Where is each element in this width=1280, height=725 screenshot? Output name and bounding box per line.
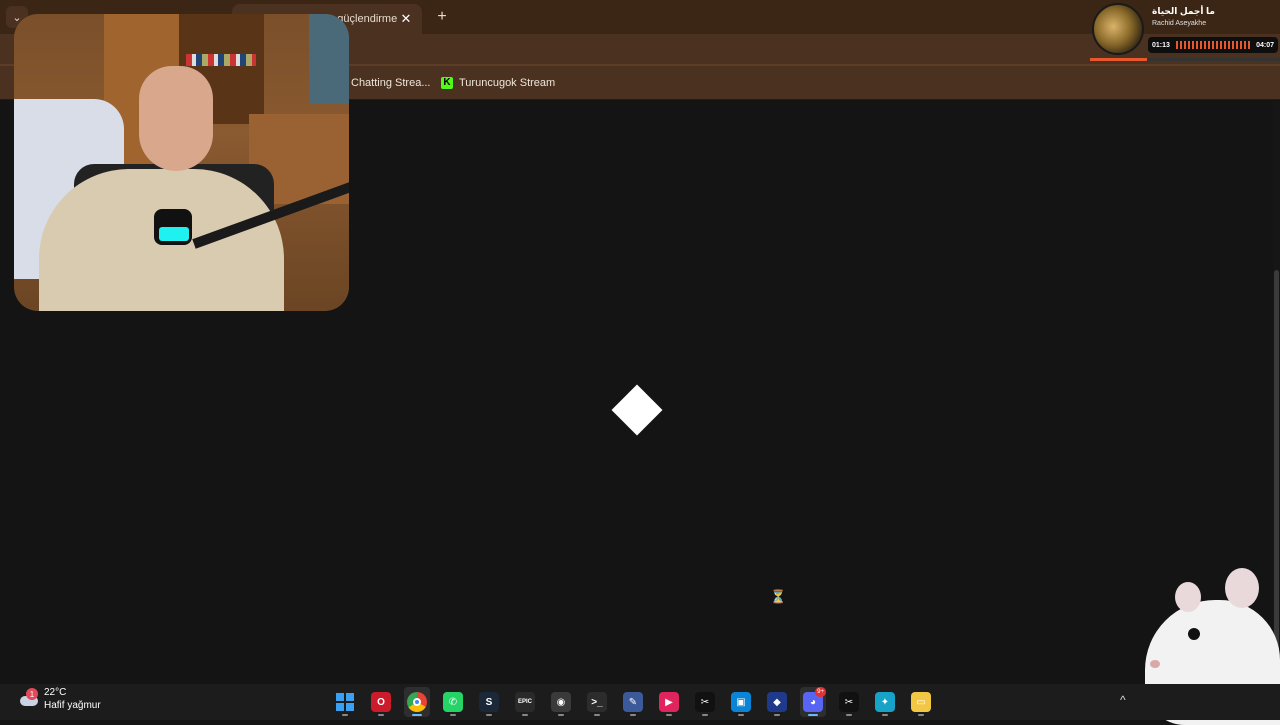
track-duration: 04:07 (1256, 41, 1274, 49)
track-artist: Rachid Aseyakhe (1152, 20, 1207, 27)
track-progress-track (1090, 58, 1280, 61)
running-indicator (702, 714, 708, 716)
obs-icon: ◉ (551, 692, 571, 712)
running-indicator (450, 714, 456, 716)
kick-icon: K (441, 77, 453, 89)
media-player-icon: ▶ (659, 692, 679, 712)
elapsed-time: 01:13 (1152, 41, 1170, 49)
taskbar-apps: O ✆ S EPIC ◉ >_ ✎ ▶ ✂ ▣ ◆ ◕ 9+ ✂ ✦ ▭ (332, 684, 934, 720)
hamster-ear (1175, 582, 1201, 612)
capcut-taskbar-button[interactable]: ✂ (692, 687, 718, 717)
playback-bar: 01:13 04:07 (1148, 37, 1278, 53)
running-indicator (738, 714, 744, 716)
hamster-nose (1150, 660, 1160, 668)
running-indicator (522, 714, 528, 716)
capcut-2-taskbar-button[interactable]: ✂ (836, 687, 862, 717)
bookmark-turuncugok-stream[interactable]: K Turuncugok Stream (441, 74, 555, 92)
album-art (1092, 3, 1144, 55)
track-progress-fill (1090, 58, 1147, 61)
capcut-2-icon: ✂ (839, 692, 859, 712)
opera-icon: O (371, 692, 391, 712)
webcam-books (186, 54, 256, 66)
hamster-eye (1188, 628, 1200, 640)
running-indicator (378, 714, 384, 716)
media-player-taskbar-button[interactable]: ▶ (656, 687, 682, 717)
whatsapp-taskbar-button[interactable]: ✆ (440, 687, 466, 717)
opera-taskbar-button[interactable]: O (368, 687, 394, 717)
running-indicator (846, 714, 852, 716)
image-editor-taskbar-button[interactable]: ✎ (620, 687, 646, 717)
weather-temperature: 22°C (44, 687, 67, 698)
chrome-icon (407, 692, 427, 712)
steam-taskbar-button[interactable]: S (476, 687, 502, 717)
microphone-light (159, 227, 189, 241)
tray-overflow-chevron-icon[interactable]: ^ (1120, 693, 1126, 707)
image-editor-icon: ✎ (623, 692, 643, 712)
running-indicator (882, 714, 888, 716)
track-title: ما أجمل الحياة (1152, 6, 1215, 16)
kodi-taskbar-button[interactable]: ✦ (872, 687, 898, 717)
waveform-icon (1175, 41, 1251, 49)
hamster-ear (1225, 568, 1259, 608)
whatsapp-icon: ✆ (443, 692, 463, 712)
bookmark-chatting-stream[interactable]: Chatting Strea... (351, 74, 431, 92)
running-indicator (486, 714, 492, 716)
webcam-window (309, 14, 349, 104)
terminal-icon: >_ (587, 692, 607, 712)
epic-games-icon: EPIC (515, 692, 535, 712)
running-indicator (774, 714, 780, 716)
running-indicator (666, 714, 672, 716)
store-taskbar-button[interactable]: ▣ (728, 687, 754, 717)
weather-condition: Hafif yağmur (44, 700, 101, 711)
kodi-icon: ✦ (875, 692, 895, 712)
obs-taskbar-button[interactable]: ◉ (548, 687, 574, 717)
running-indicator (342, 714, 348, 716)
terminal-taskbar-button[interactable]: >_ (584, 687, 610, 717)
running-indicator (630, 714, 636, 716)
start-button-taskbar-button[interactable] (332, 687, 358, 717)
file-explorer-icon: ▭ (911, 692, 931, 712)
webcam-overlay (14, 14, 349, 311)
weather-text: 22°C Hafif yağmur (44, 686, 101, 712)
game-launcher-icon: ◆ (767, 692, 787, 712)
discord-taskbar-button[interactable]: ◕ 9+ (800, 687, 826, 717)
running-indicator (808, 714, 818, 716)
epic-games-taskbar-button[interactable]: EPIC (512, 687, 538, 717)
weather-widget[interactable]: 1 22°C Hafif yağmur (20, 686, 101, 712)
weather-badge: 1 (26, 688, 38, 700)
running-indicator (594, 714, 600, 716)
steam-icon: S (479, 692, 499, 712)
rain-cloud-icon: 1 (20, 688, 38, 708)
game-launcher-taskbar-button[interactable]: ◆ (764, 687, 790, 717)
chrome-taskbar-button[interactable] (404, 687, 430, 717)
running-indicator (918, 714, 924, 716)
new-tab-button[interactable]: + (432, 7, 452, 27)
file-explorer-taskbar-button[interactable]: ▭ (908, 687, 934, 717)
webcam-person-head (139, 66, 213, 171)
running-indicator (412, 714, 422, 716)
running-indicator (558, 714, 564, 716)
close-icon[interactable]: ✕ (398, 11, 414, 27)
busy-cursor-icon: ⏳ (770, 589, 787, 604)
capcut-icon: ✂ (695, 692, 715, 712)
now-playing-widget: ما أجمل الحياة Rachid Aseyakhe 01:13 04:… (1090, 0, 1280, 62)
store-icon: ▣ (731, 692, 751, 712)
taskbar: 1 22°C Hafif yağmur O ✆ S EPIC ◉ >_ ✎ ▶ ✂ ▣ ◆ ◕ 9+ ✂ ✦… (0, 684, 1280, 720)
notification-badge: 9+ (815, 687, 826, 697)
bookmark-label: Chatting Strea... (351, 77, 431, 89)
bookmark-label: Turuncugok Stream (459, 77, 556, 89)
start-button-icon (335, 692, 355, 712)
